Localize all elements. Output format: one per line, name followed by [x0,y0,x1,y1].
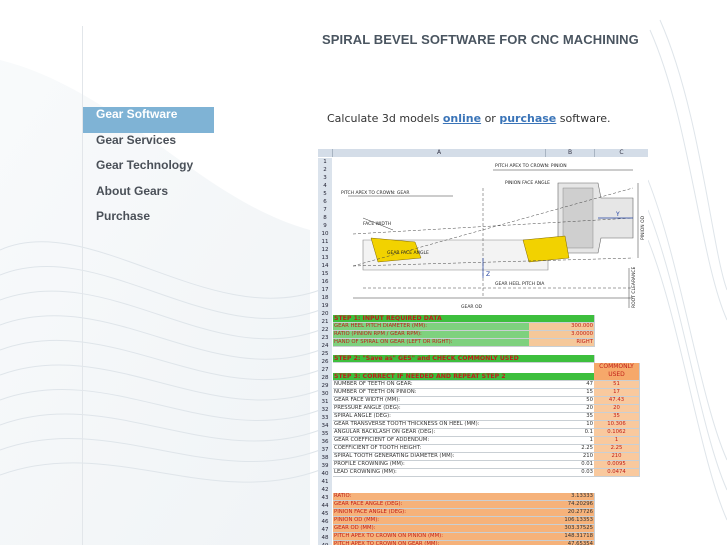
step3-label: LEAD CROWNING (MM): [333,469,530,477]
result-label: PINION FACE ANGLE (DEG): [333,509,530,517]
label-pinion-face-angle: PINION FACE ANGLE [505,180,550,186]
result-label: GEAR FACE ANGLE (DEG): [333,501,530,509]
nav-item-gear-services[interactable]: Gear Services [83,133,214,159]
result-value: 3.13333 [529,493,595,501]
step3-commonly-used: 17 [594,389,640,397]
step1-value-2[interactable]: 3.00000 [529,331,595,339]
step3-value[interactable]: 2.25 [529,445,595,453]
step1-label-3: HAND OF SPIRAL ON GEAR (LEFT OR RIGHT): [333,339,530,347]
result-label: GEAR OD (MM): [333,525,530,533]
nav-item-gear-technology[interactable]: Gear Technology [83,158,214,184]
result-label: PINION OD (MM): [333,517,530,525]
result-value: 303.37525 [529,525,595,533]
label-apex-crown-pinion: PITCH APEX TO CROWN: PINION [495,163,567,169]
step3-commonly-used: 1 [594,437,640,445]
step3-label: SPIRAL ANGLE (DEG): [333,413,530,421]
spreadsheet-screenshot: A B C 1 2 3 4 5 6 7 8 9 10 11 12 13 14 15 16 17 18 19 20 21 2… [318,149,648,545]
column-header-b: B [546,149,595,157]
label-gear-face-angle: GEAR FACE ANGLE [387,250,429,256]
label-gear-heel-pitch-dia: GEAR HEEL PITCH DIA [495,281,545,287]
label-face-width: FACE WIDTH [363,221,391,227]
step3-value[interactable]: 0.03 [529,469,595,477]
step3-value[interactable]: 35 [529,413,595,421]
label-root-clearance: ROOT CLEARANCE [631,267,637,308]
corner-cell [318,149,333,157]
step3-value[interactable]: 10 [529,421,595,429]
step3-commonly-used: 47.43 [594,397,640,405]
purchase-link[interactable]: purchase [499,112,556,125]
result-value: 20.27726 [529,509,595,517]
intro-prefix: Calculate 3d models [327,112,440,125]
step1-label-1: GEAR HEEL PITCH DIAMETER (MM): [333,323,530,331]
step3-label: NUMBER OF TEETH ON PINION: [333,389,530,397]
result-value: 106.13353 [529,517,595,525]
step3-commonly-used: 20 [594,405,640,413]
axis-y-label: Y [615,211,620,218]
step3-commonly-used: 0.1062 [594,429,640,437]
step1-value-3[interactable]: RIGHT [529,339,595,347]
step3-value[interactable]: 50 [529,397,595,405]
result-label: RATIO: [333,493,530,501]
step3-value[interactable]: 0.1 [529,429,595,437]
axis-z-label: Z [486,271,490,278]
result-value: 74.20296 [529,501,595,509]
step3-commonly-used: 2.25 [594,445,640,453]
step3-label: SPIRAL TOOTH GENERATING DIAMETER (MM): [333,453,530,461]
online-link[interactable]: online [443,112,481,125]
left-divider [82,26,83,545]
step3-value[interactable]: 210 [529,453,595,461]
step3-value[interactable]: 0.01 [529,461,595,469]
column-header-a: A [333,149,546,157]
step3-commonly-used: 35 [594,413,640,421]
gear-cross-section-diagram: Y Z PITCH APEX TO CROWN: PINION PINION F… [333,158,648,316]
intro-suffix: software. [559,112,611,125]
step3-label: PROFILE CROWNING (MM): [333,461,530,469]
column-header-c: C [595,149,648,157]
step3-value[interactable]: 15 [529,389,595,397]
nav-item-about-gears[interactable]: About Gears [83,184,214,210]
step3-label: PRESSURE ANGLE (DEG): [333,405,530,413]
step3-commonly-used: 0.0474 [594,469,640,477]
step1-header: STEP 1: INPUT REQUIRED DATA [333,315,530,323]
step1-header-fill [529,315,595,323]
result-value: 148.31718 [529,533,595,541]
step3-label: ANGULAR BACKLASH ON GEAR (DEG): [333,429,530,437]
step3-commonly-used: 210 [594,453,640,461]
page-title: SPIRAL BEVEL SOFTWARE FOR CNC MACHINING [322,32,639,47]
step2-header: STEP 2: "Save as" GES" and CHECK COMMONL… [333,355,595,363]
commonly-used-header: COMMONLY USED [594,363,640,381]
step3-label: COEFFICIENT OF TOOTH HEIGHT: [333,445,530,453]
result-value: 47.65354 [529,541,595,545]
step3-label: GEAR FACE WIDTH (MM): [333,397,530,405]
intro-text: Calculate 3d models online or purchase s… [327,112,611,125]
step3-value[interactable]: 1 [529,437,595,445]
step1-value-1[interactable]: 300.000 [529,323,595,331]
step3-commonly-used: 0.0095 [594,461,640,469]
nav-item-gear-software[interactable]: Gear Software [83,107,214,133]
step3-header: STEP 3: CORRECT IF NEEDED AND REPEAT STE… [333,373,595,381]
step1-label-2: RATIO (PINION RPM / GEAR RPM): [333,331,530,339]
step3-commonly-used: 51 [594,381,640,389]
label-pinion-od: PINION OD [640,215,646,240]
nav-item-purchase[interactable]: Purchase [83,209,214,235]
label-apex-crown-gear: PITCH APEX TO CROWN: GEAR [341,190,409,196]
step3-commonly-used: 10.306 [594,421,640,429]
sidebar-nav: Gear Software Gear Services Gear Technol… [83,107,214,235]
intro-middle: or [484,112,496,125]
step3-label: GEAR COEFFICIENT OF ADDENDUM: [333,437,530,445]
step3-label: NUMBER OF TEETH ON GEAR: [333,381,530,389]
label-gear-od: GEAR OD [461,304,483,310]
result-label: PITCH APEX TO CROWN ON GEAR (MM): [333,541,530,545]
step3-label: GEAR TRANSVERSE TOOTH THICKNESS ON HEEL … [333,421,530,429]
result-label: PITCH APEX TO CROWN ON PINION (MM): [333,533,530,541]
step3-value[interactable]: 20 [529,405,595,413]
step3-value[interactable]: 47 [529,381,595,389]
